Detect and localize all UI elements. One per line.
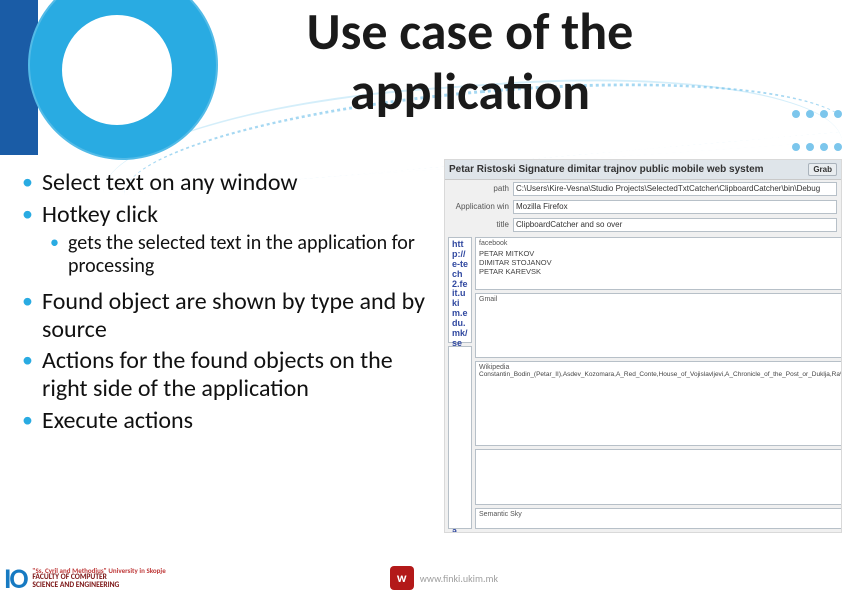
bullet-item: Execute actions: [20, 407, 440, 435]
sky-panel-label: Semantic Sky: [479, 511, 842, 518]
wm-logo-icon: w: [390, 566, 414, 590]
request-url: http://e-tech2.feit.ukim.edu.mk/semantic…: [448, 237, 472, 343]
slide-title: Use case of the application: [260, 2, 680, 122]
title-label: title: [449, 218, 509, 232]
footer: IO "Ss. Cyril and Methodius" University …: [0, 561, 842, 595]
gmail-panel-label: Gmail: [479, 296, 842, 303]
bullet-item: Actions for the found objects on the rig…: [20, 347, 440, 402]
right-blank-panel: [475, 449, 842, 505]
facebook-panel-label: facebook: [479, 240, 842, 247]
faculty-name-2: SCIENCE AND ENGINEERING: [32, 582, 165, 590]
captured-text-title: Petar Ristoski Signature dimitar trajnov…: [449, 164, 764, 175]
app-screenshot: Petar Ristoski Signature dimitar trajnov…: [444, 159, 842, 533]
footer-url: www.finki.ukim.mk: [420, 572, 498, 585]
facebook-people-list: PETAR MITKOV DIMITAR STOJANOV PETAR KARE…: [479, 249, 842, 276]
bullet-list: Select text on any window Hotkey click g…: [20, 165, 440, 438]
bullet-item: Hotkey click: [20, 201, 440, 229]
left-blank-panel: [448, 346, 472, 529]
bubble-inner-decor: [62, 15, 172, 125]
wikipedia-results: Constantin_Bodin_(Petar_II),Asdev_Kozoma…: [479, 371, 842, 378]
bullet-item: Select text on any window: [20, 169, 440, 197]
path-field[interactable]: C:\Users\Kire-Vesna\Studio Projects\Sele…: [513, 182, 837, 196]
footer-institution: "Ss. Cyril and Methodius" University in …: [32, 567, 165, 589]
path-label: path: [449, 182, 509, 196]
appwin-field[interactable]: Mozilla Firefox: [513, 200, 837, 214]
wikipedia-panel-label: Wikipedia: [479, 364, 842, 371]
bullet-item: Found object are shown by type and by so…: [20, 288, 440, 343]
grab-button[interactable]: Grab: [808, 163, 837, 176]
bullet-subitem: gets the selected text in the applicatio…: [48, 232, 440, 278]
title-field[interactable]: ClipboardCatcher and so over: [513, 218, 837, 232]
finki-logo-icon: IO: [4, 561, 26, 595]
appwin-label: Application win: [449, 200, 509, 214]
